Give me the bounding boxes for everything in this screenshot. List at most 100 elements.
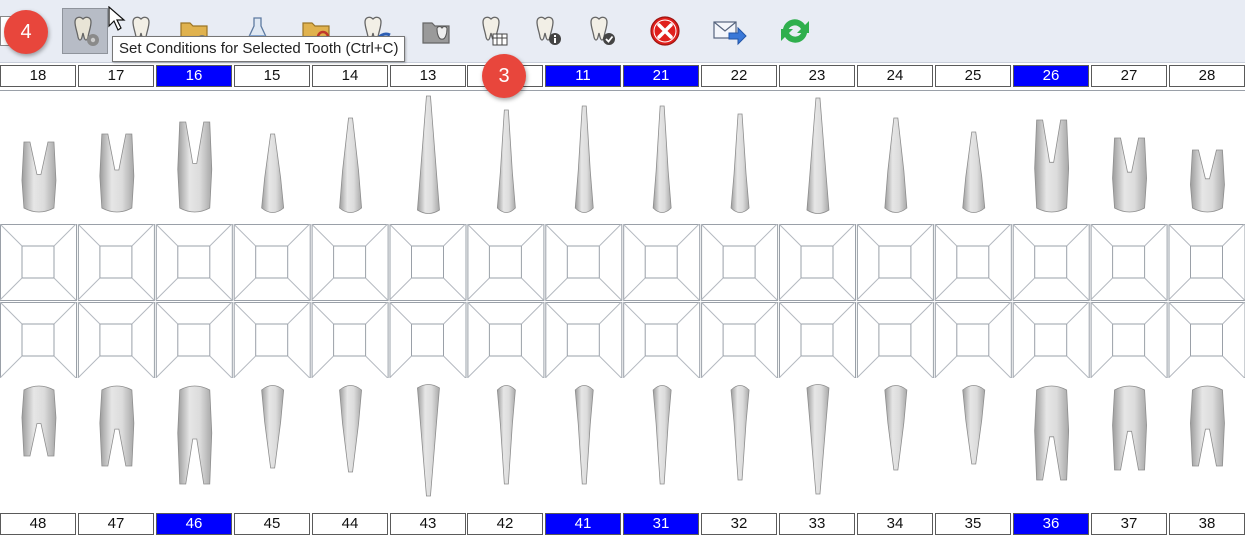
tooth-34[interactable] — [884, 385, 908, 471]
upper-tooth-number-16[interactable]: 16 — [156, 65, 232, 87]
upper-tooth-number-24[interactable]: 24 — [857, 65, 933, 87]
lower-tooth-number-31[interactable]: 31 — [623, 513, 699, 535]
surface-diagram-22[interactable] — [700, 223, 779, 301]
surface-diagram-26[interactable] — [1012, 223, 1090, 301]
tooth-21[interactable] — [652, 105, 672, 213]
tooth-25[interactable] — [962, 131, 986, 213]
surface-diagram-18[interactable] — [0, 223, 77, 301]
upper-tooth-number-15[interactable]: 15 — [234, 65, 310, 87]
tooth-38[interactable] — [1190, 385, 1225, 467]
lower-tooth-number-44[interactable]: 44 — [312, 513, 388, 535]
surface-diagram-32[interactable] — [700, 301, 779, 379]
surface-diagram-46[interactable] — [155, 301, 233, 379]
upper-tooth-number-25[interactable]: 25 — [935, 65, 1011, 87]
surface-diagram-21[interactable] — [622, 223, 701, 301]
lower-tooth-number-46[interactable]: 46 — [156, 513, 232, 535]
surface-diagram-45[interactable] — [233, 301, 311, 379]
tooth-27[interactable] — [1112, 137, 1147, 213]
lower-tooth-number-34[interactable]: 34 — [857, 513, 933, 535]
lower-tooth-number-37[interactable]: 37 — [1091, 513, 1167, 535]
surface-diagram-43[interactable] — [389, 301, 467, 379]
surface-diagram-35[interactable] — [934, 301, 1012, 379]
surface-diagram-15[interactable] — [233, 223, 311, 301]
surface-diagram-47[interactable] — [77, 301, 155, 379]
upper-tooth-number-18[interactable]: 18 — [0, 65, 76, 87]
tooth-13[interactable] — [417, 95, 440, 214]
lower-tooth-number-41[interactable]: 41 — [545, 513, 621, 535]
cancel-button[interactable] — [642, 8, 688, 54]
surface-diagram-33[interactable] — [778, 301, 856, 379]
surface-diagram-16[interactable] — [155, 223, 233, 301]
lower-tooth-number-36[interactable]: 36 — [1013, 513, 1089, 535]
surface-diagram-28[interactable] — [1168, 223, 1245, 301]
lower-tooth-number-32[interactable]: 32 — [701, 513, 777, 535]
tooth-46[interactable] — [177, 385, 213, 485]
tooth-43[interactable] — [417, 384, 440, 497]
tooth-11[interactable] — [574, 105, 594, 213]
tooth-14[interactable] — [339, 117, 362, 213]
surface-diagram-14[interactable] — [311, 223, 389, 301]
tooth-35[interactable] — [962, 385, 986, 465]
surface-diagram-17[interactable] — [77, 223, 155, 301]
tooth-42[interactable] — [496, 385, 516, 485]
surface-diagram-12[interactable] — [467, 223, 545, 301]
surface-diagram-38[interactable] — [1168, 301, 1245, 379]
surface-diagram-27[interactable] — [1090, 223, 1168, 301]
surface-diagram-24[interactable] — [856, 223, 934, 301]
tooth-15[interactable] — [261, 133, 285, 213]
lower-tooth-number-45[interactable]: 45 — [234, 513, 310, 535]
tooth-set-conditions-button[interactable] — [62, 8, 108, 54]
surface-diagram-13[interactable] — [389, 223, 467, 301]
upper-tooth-number-21[interactable]: 21 — [623, 65, 699, 87]
upper-tooth-number-17[interactable]: 17 — [78, 65, 154, 87]
surface-diagram-42[interactable] — [467, 301, 545, 379]
surface-diagram-25[interactable] — [934, 223, 1012, 301]
tooth-36[interactable] — [1034, 385, 1070, 481]
lower-tooth-number-47[interactable]: 47 — [78, 513, 154, 535]
tooth-48[interactable] — [21, 385, 57, 457]
tooth-12[interactable] — [496, 109, 516, 213]
tooth-37[interactable] — [1112, 385, 1147, 471]
tooth-41[interactable] — [574, 385, 594, 485]
tooth-31[interactable] — [652, 385, 672, 485]
tooth-calendar-button[interactable] — [470, 8, 516, 54]
upper-tooth-number-14[interactable]: 14 — [312, 65, 388, 87]
tooth-33[interactable] — [806, 384, 830, 495]
tooth-17[interactable] — [99, 133, 135, 213]
tooth-26[interactable] — [1034, 119, 1070, 213]
surface-diagram-36[interactable] — [1012, 301, 1090, 379]
surface-diagram-34[interactable] — [856, 301, 934, 379]
tooth-23[interactable] — [806, 97, 830, 214]
upper-tooth-number-28[interactable]: 28 — [1169, 65, 1245, 87]
surface-diagram-23[interactable] — [778, 223, 856, 301]
upper-tooth-number-13[interactable]: 13 — [390, 65, 466, 87]
upper-tooth-number-23[interactable]: 23 — [779, 65, 855, 87]
lower-tooth-number-33[interactable]: 33 — [779, 513, 855, 535]
tooth-28[interactable] — [1190, 149, 1225, 213]
tooth-44[interactable] — [339, 385, 362, 473]
upper-tooth-number-26[interactable]: 26 — [1013, 65, 1089, 87]
surface-diagram-37[interactable] — [1090, 301, 1168, 379]
send-email-button[interactable] — [706, 8, 752, 54]
surface-diagram-41[interactable] — [544, 301, 623, 379]
tooth-47[interactable] — [99, 385, 135, 467]
tooth-check-button[interactable] — [578, 8, 624, 54]
lower-tooth-number-38[interactable]: 38 — [1169, 513, 1245, 535]
surface-diagram-11[interactable] — [544, 223, 623, 301]
lower-tooth-number-35[interactable]: 35 — [935, 513, 1011, 535]
tooth-24[interactable] — [884, 117, 908, 213]
lower-tooth-number-48[interactable]: 48 — [0, 513, 76, 535]
lower-tooth-number-43[interactable]: 43 — [390, 513, 466, 535]
tooth-32[interactable] — [730, 385, 750, 481]
tooth-info-button[interactable] — [524, 8, 570, 54]
upper-tooth-number-27[interactable]: 27 — [1091, 65, 1167, 87]
folder-tooth-button[interactable] — [414, 8, 460, 54]
upper-tooth-number-11[interactable]: 11 — [545, 65, 621, 87]
tooth-45[interactable] — [261, 385, 285, 469]
tooth-22[interactable] — [730, 113, 750, 213]
refresh-button[interactable] — [772, 8, 818, 54]
tooth-18[interactable] — [21, 141, 57, 213]
surface-diagram-48[interactable] — [0, 301, 77, 379]
upper-tooth-number-22[interactable]: 22 — [701, 65, 777, 87]
tooth-16[interactable] — [177, 121, 213, 213]
